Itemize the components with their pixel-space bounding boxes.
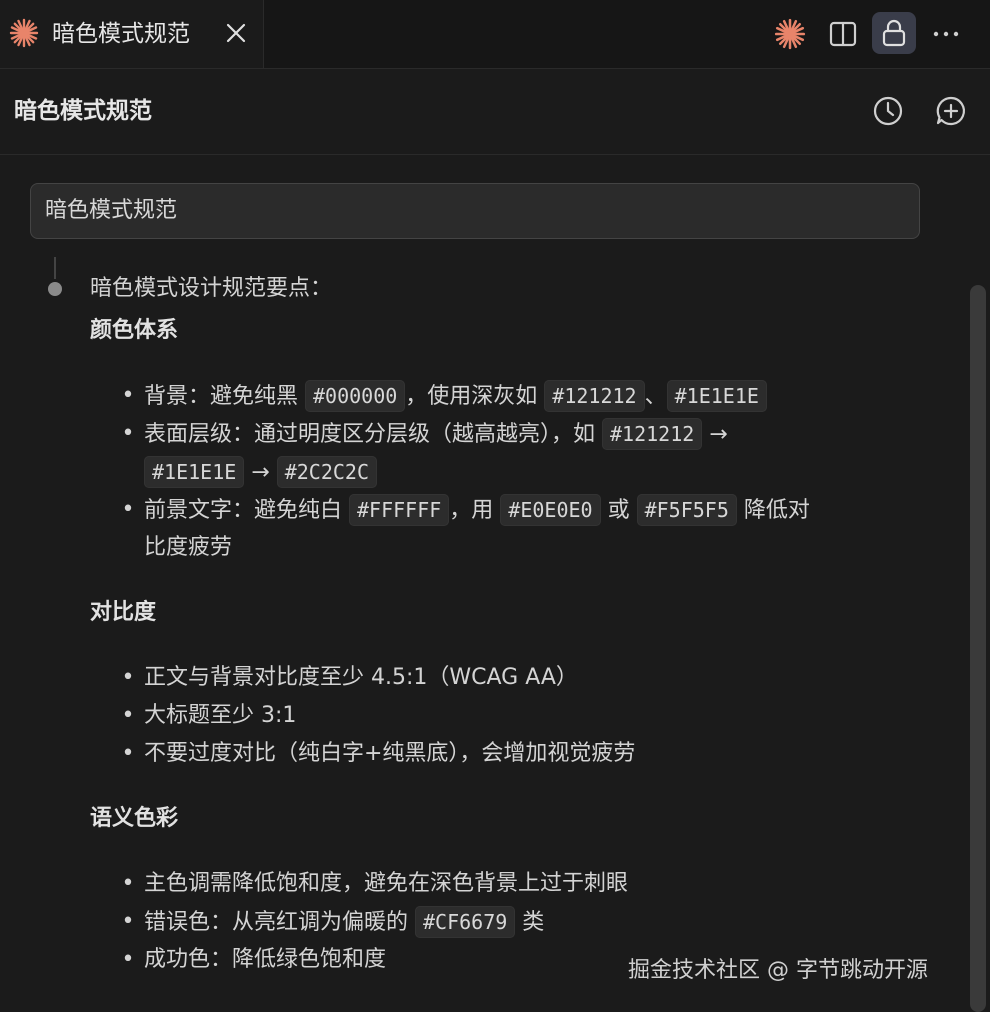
page-title: 暗色模式规范 [14, 98, 152, 124]
inline-code: #1E1E1E [144, 456, 245, 488]
text-segment: 不要过度对比（纯白字+纯黑底），会增加视觉疲劳 [144, 741, 636, 766]
bullet-list: • 正文与背景对比度至少 4.5:1（WCAG AA） • 大标题至少 3:1 • 不要过… [90, 659, 930, 773]
inline-code: #121212 [544, 380, 645, 412]
text-segment: 成功色：降低绿色饱和度 [144, 947, 387, 972]
section-heading: 语义色彩 [90, 806, 179, 831]
message-intro: 暗色模式设计规范要点： [90, 276, 333, 301]
text-segment: 错误色：从亮红调为偏暖的 [144, 910, 415, 935]
list-item-continuation: 比度疲劳 [90, 529, 930, 567]
inline-code: #FFFFFF [349, 494, 450, 526]
tab-title: 暗色模式规范 [52, 21, 190, 47]
text-segment: ，使用深灰如 [405, 384, 545, 409]
text-segment: 主色调需降低饱和度，避免在深色背景上过于刺眼 [144, 871, 629, 896]
bullet-list: • 背景：避免纯黑 #000000 ，使用深灰如 #121212、 #1E1E1E • 表… [90, 377, 930, 567]
prompt-input[interactable]: 暗色模式规范 [30, 183, 920, 239]
text-segment: → [244, 460, 277, 485]
watermark: 掘金技术社区 @ 字节跳动开源 [628, 958, 928, 983]
text-segment: 大标题至少 3:1 [144, 703, 297, 728]
chat-header: 暗色模式规范 [0, 69, 990, 155]
bullet-marker: • [121, 383, 135, 408]
message-marker [48, 282, 62, 296]
text-segment: 正文与背景对比度至少 4.5:1（WCAG AA） [144, 665, 578, 690]
inline-code: #121212 [602, 418, 703, 450]
inline-code: #E0E0E0 [500, 494, 601, 526]
bullet-marker: • [121, 703, 135, 728]
text-segment: ，用 [449, 498, 501, 523]
section-heading: 颜色体系 [90, 318, 179, 343]
bullet-marker: • [121, 909, 135, 934]
bullet-marker: • [121, 947, 135, 972]
inline-code: #CF6679 [415, 906, 516, 938]
text-segment: 背景：避免纯黑 [144, 384, 305, 409]
list-item: • 背景：避免纯黑 #000000 ，使用深灰如 #121212、 #1E1E1E [90, 377, 930, 415]
bullet-marker: • [121, 871, 135, 896]
list-item: • 表面层级：通过明度区分层级（越高越亮），如 #121212 → [90, 415, 930, 453]
lock-button[interactable] [872, 12, 916, 54]
inline-code: #000000 [305, 380, 406, 412]
bullet-marker: • [121, 741, 135, 766]
section-heading: 对比度 [90, 600, 157, 625]
thread-line [54, 257, 56, 279]
text-segment: 类 [515, 910, 545, 935]
more-icon[interactable] [929, 17, 963, 51]
prompt-input-value: 暗色模式规范 [45, 198, 178, 223]
text-segment: 降低对 [736, 498, 810, 523]
bullet-marker: • [121, 665, 135, 690]
list-item: • 正文与背景对比度至少 4.5:1（WCAG AA） [90, 659, 930, 697]
text-segment: 表面层级：通过明度区分层级（越高越亮），如 [144, 422, 602, 447]
close-icon[interactable] [222, 19, 250, 47]
tab-bar: 暗色模式规范 [0, 0, 990, 69]
bullet-marker: • [121, 421, 135, 446]
list-item-continuation: #1E1E1E → #2C2C2C [90, 453, 930, 491]
list-item: • 不要过度对比（纯白字+纯黑底），会增加视觉疲劳 [90, 735, 930, 773]
sparkle-icon[interactable] [773, 17, 807, 51]
bullet-marker: • [121, 497, 135, 522]
new-chat-icon[interactable] [934, 94, 968, 128]
inline-code: #F5F5F5 [636, 494, 737, 526]
list-item: • 主色调需降低饱和度，避免在深色背景上过于刺眼 [90, 865, 930, 903]
list-item: • 大标题至少 3:1 [90, 697, 930, 735]
sparkle-icon [9, 18, 39, 48]
text-segment: 前景文字：避免纯白 [144, 498, 349, 523]
list-item: • 前景文字：避免纯白 #FFFFFF ，用 #E0E0E0 或 #F5F5F5 降… [90, 491, 930, 529]
inline-code: #2C2C2C [276, 456, 378, 488]
text-segment: 或 [600, 498, 637, 523]
split-view-icon[interactable] [826, 17, 860, 51]
inline-code: #1E1E1E [666, 380, 767, 412]
text-segment: 比度疲劳 [144, 535, 233, 560]
text-segment: 、 [644, 384, 667, 409]
lock-icon [882, 19, 906, 47]
chat-content: 暗色模式规范 暗色模式设计规范要点： 颜色体系 • 背景：避免纯黑 #000000，… [0, 155, 990, 1012]
scrollbar-thumb[interactable] [970, 285, 986, 1012]
text-segment: → [702, 422, 728, 447]
history-icon[interactable] [871, 94, 905, 128]
tab-active[interactable]: 暗色模式规范 [0, 0, 264, 68]
list-item: • 错误色：从亮红调为偏暖的 #CF6679 类 [90, 903, 930, 941]
assistant-message: 暗色模式设计规范要点： 颜色体系 • 背景：避免纯黑 #000000 ，使用深灰如 #… [90, 267, 930, 979]
